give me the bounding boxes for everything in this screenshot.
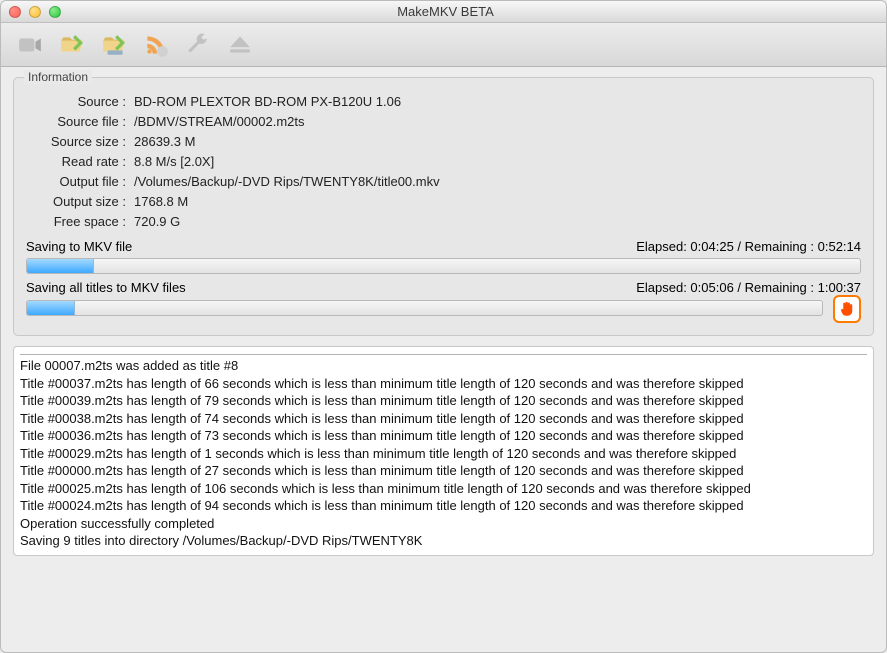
value-source-size: 28639.3 M: [130, 134, 861, 149]
toolbar: [1, 23, 886, 67]
log-line: Title #00037.m2ts has length of 66 secon…: [20, 375, 867, 393]
progress1-fill: [27, 259, 94, 273]
progress2-bar: [26, 300, 823, 316]
camera-icon: [17, 32, 43, 58]
information-group: Information Source : BD-ROM PLEXTOR BD-R…: [13, 77, 874, 336]
value-source-file: /BDMV/STREAM/00002.m2ts: [130, 114, 861, 129]
log-line: Title #00025.m2ts has length of 106 seco…: [20, 480, 867, 498]
log-line: Title #00038.m2ts has length of 74 secon…: [20, 410, 867, 428]
stop-button[interactable]: [833, 295, 861, 323]
information-title: Information: [24, 70, 92, 84]
log-line: Title #00036.m2ts has length of 73 secon…: [20, 427, 867, 445]
open-folder-button[interactable]: [57, 30, 87, 60]
label-source-file: Source file :: [26, 114, 126, 129]
log-scroll-cutoff: [20, 351, 867, 355]
progress1-bar: [26, 258, 861, 274]
folder-open-icon: [59, 32, 85, 58]
eject-icon: [227, 32, 253, 58]
open-disc-button[interactable]: [15, 30, 45, 60]
log-line: Title #00039.m2ts has length of 79 secon…: [20, 392, 867, 410]
progress2-fill: [27, 301, 75, 315]
label-output-size: Output size :: [26, 194, 126, 209]
wrench-icon: [185, 32, 211, 58]
progress2-header: Saving all titles to MKV files Elapsed: …: [26, 280, 861, 295]
log-line: Title #00000.m2ts has length of 27 secon…: [20, 462, 867, 480]
log-line: Title #00024.m2ts has length of 94 secon…: [20, 497, 867, 515]
settings-button[interactable]: [183, 30, 213, 60]
stream-button[interactable]: [141, 30, 171, 60]
rss-icon: [143, 32, 169, 58]
log-line: Saving 9 titles into directory /Volumes/…: [20, 532, 867, 550]
folder-hdd-icon: [101, 32, 127, 58]
label-read-rate: Read rate :: [26, 154, 126, 169]
label-output-file: Output file :: [26, 174, 126, 189]
value-source: BD-ROM PLEXTOR BD-ROM PX-B120U 1.06: [130, 94, 861, 109]
log-line: Title #00029.m2ts has length of 1 second…: [20, 445, 867, 463]
log-output[interactable]: File 00007.m2ts was added as title #8Tit…: [13, 346, 874, 556]
title-bar: MakeMKV BETA: [1, 1, 886, 23]
value-output-size: 1768.8 M: [130, 194, 861, 209]
progress1-time: Elapsed: 0:04:25 / Remaining : 0:52:14: [636, 239, 861, 254]
window-title: MakeMKV BETA: [13, 4, 878, 19]
stop-hand-icon: [838, 300, 856, 318]
label-source-size: Source size :: [26, 134, 126, 149]
eject-button[interactable]: [225, 30, 255, 60]
progress2-time: Elapsed: 0:05:06 / Remaining : 1:00:37: [636, 280, 861, 295]
info-key-values: Source : BD-ROM PLEXTOR BD-ROM PX-B120U …: [26, 94, 861, 229]
label-free-space: Free space :: [26, 214, 126, 229]
label-source: Source :: [26, 94, 126, 109]
value-free-space: 720.9 G: [130, 214, 861, 229]
open-files-button[interactable]: [99, 30, 129, 60]
value-output-file: /Volumes/Backup/-DVD Rips/TWENTY8K/title…: [130, 174, 861, 189]
progress1-header: Saving to MKV file Elapsed: 0:04:25 / Re…: [26, 239, 861, 254]
progress1-label: Saving to MKV file: [26, 239, 132, 254]
progress2-label: Saving all titles to MKV files: [26, 280, 186, 295]
log-line: File 00007.m2ts was added as title #8: [20, 357, 867, 375]
value-read-rate: 8.8 M/s [2.0X]: [130, 154, 861, 169]
log-line: Operation successfully completed: [20, 515, 867, 533]
